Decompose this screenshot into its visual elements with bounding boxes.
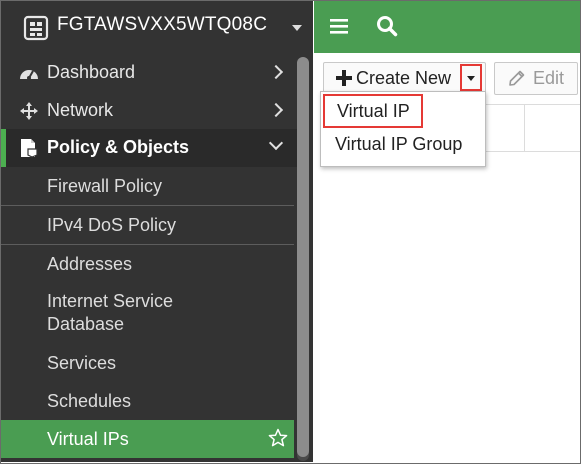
sidebar: FGTAWSVXX5WTQ08C Dashboard Network Polic… [1,1,313,462]
create-new-dropdown-toggle[interactable] [460,64,482,91]
star-icon[interactable] [268,428,288,448]
network-icon [20,102,38,120]
column-divider [524,105,525,151]
chevron-down-icon [268,135,284,151]
create-new-label: Create New [356,68,452,88]
device-name: FGTAWSVXX5WTQ08C [57,14,268,35]
menu-icon[interactable] [330,17,348,35]
sidebar-subitem-firewall-policy[interactable]: Firewall Policy [1,167,294,206]
plus-icon [336,70,352,86]
table-header [484,104,580,152]
sidebar-subitem-addresses[interactable]: Addresses [1,245,294,283]
sidebar-subitem-internet-service-database[interactable]: Internet Service Database [1,283,294,343]
sidebar-item-network[interactable]: Network [1,92,297,130]
search-icon[interactable] [376,15,398,37]
sidebar-subitem-label: Services [47,353,117,373]
sidebar-item-label: Network [47,100,114,120]
sidebar-subitem-schedules[interactable]: Schedules [1,382,294,420]
edit-button[interactable]: Edit [494,62,578,95]
scrollbar-thumb[interactable] [297,57,309,457]
caret-down-icon [467,76,475,81]
sidebar-item-label: Dashboard [47,62,136,82]
chevron-right-icon [268,64,284,80]
sidebar-item-label: Policy & Objects [47,137,190,157]
device-selector[interactable]: FGTAWSVXX5WTQ08C [1,1,313,53]
menu-item-label: Virtual IP Group [335,134,463,154]
sidebar-subitem-virtual-ips[interactable]: Virtual IPs [1,420,294,458]
sidebar-subitem-label: Virtual IPs [47,429,129,449]
menu-item-virtual-ip[interactable]: Virtual IP [323,94,423,128]
chevron-right-icon [268,102,284,118]
create-new-dropdown-menu: Virtual IP Virtual IP Group [320,91,486,167]
pencil-icon [509,70,525,86]
edit-label: Edit [533,68,565,88]
menu-item-label: Virtual IP [337,101,410,121]
sidebar-subitem-label: Internet Service Database [47,291,174,334]
menu-item-virtual-ip-group[interactable]: Virtual IP Group [321,130,485,164]
policy-icon [21,139,38,158]
device-icon [23,15,49,41]
sidebar-subitem-label: Firewall Policy [47,176,163,196]
sidebar-subitem-services[interactable]: Services [1,344,294,382]
sidebar-subitem-ipv4-dos-policy[interactable]: IPv4 DoS Policy [1,206,294,245]
sidebar-item-dashboard[interactable]: Dashboard [1,54,297,92]
sidebar-subitem-label: IPv4 DoS Policy [47,215,177,235]
sidebar-subitem-label: Addresses [47,254,133,274]
active-indicator [1,129,6,167]
sidebar-item-policy-objects[interactable]: Policy & Objects [1,129,297,167]
chevron-down-icon[interactable] [292,25,302,31]
sidebar-subitem-label: Schedules [47,391,132,411]
top-bar [314,1,580,53]
dashboard-icon [20,70,38,80]
sidebar-scrollbar[interactable] [297,57,309,461]
